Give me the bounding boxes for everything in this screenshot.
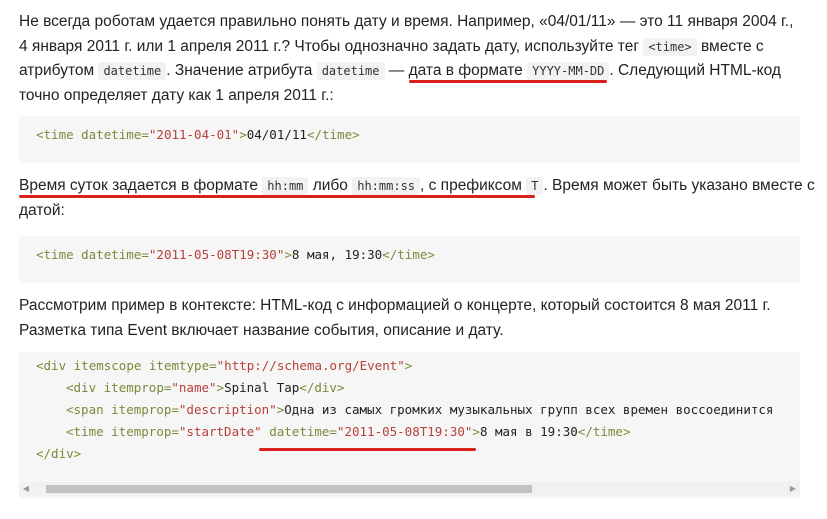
text: . Время может быть указано вместе с xyxy=(543,177,815,194)
text: атрибутом xyxy=(19,62,99,79)
horizontal-scrollbar[interactable]: ◀ ▶ xyxy=(19,482,800,496)
code-text: 8 мая в 19:30 xyxy=(479,424,578,439)
red-underline xyxy=(259,448,476,451)
code-tag: </time> xyxy=(382,247,435,262)
text: , с префиксом xyxy=(420,177,527,194)
code-attr: datetime= xyxy=(81,247,149,262)
code-tag: > xyxy=(284,247,292,262)
paragraph-line: Разметка типа Event включает название со… xyxy=(19,321,504,339)
text: — дата в формате xyxy=(384,62,528,79)
code-line: <time itemprop="startDate" datetime="201… xyxy=(36,421,783,443)
red-underline xyxy=(409,80,607,83)
paragraph-context-example: Рассмотрим пример в контексте: HTML-код … xyxy=(19,294,771,343)
code-attr: itemscope itemtype= xyxy=(73,358,217,373)
code-tag: <span xyxy=(66,402,112,417)
text: вместе с xyxy=(696,37,764,55)
code-tag: <div xyxy=(36,358,74,373)
paragraph-intro: Не всегда роботам удается правильно поня… xyxy=(19,10,793,108)
code-value: "2011-05-08T19:30" xyxy=(148,247,285,262)
code-value: "http://schema.org/Event" xyxy=(216,358,405,373)
code-tag: </div> xyxy=(299,380,345,395)
inline-code-hhmm: hh:mm xyxy=(262,177,309,195)
code-tag: <time xyxy=(36,247,82,262)
code-line: <time datetime="2011-04-01">04/01/11</ti… xyxy=(36,124,783,146)
paragraph-line: датой: xyxy=(19,201,65,219)
code-block-event: <div itemscope itemtype="http://schema.o… xyxy=(19,352,800,498)
scrollbar-thumb[interactable] xyxy=(46,485,532,493)
code-tag: </div> xyxy=(36,446,82,461)
paragraph-time-format: Время суток задается в формате hh:mm либ… xyxy=(19,174,815,223)
inline-code-datetime: datetime xyxy=(98,62,167,80)
paragraph-line: Рассмотрим пример в контексте: HTML-код … xyxy=(19,297,771,314)
inline-code-datetime: datetime xyxy=(316,62,385,80)
code-text: Одна из самых громких музыкальных групп … xyxy=(284,402,774,417)
paragraph-line: атрибутом datetime. Значение атрибута da… xyxy=(19,59,793,84)
code-attr: datetime= xyxy=(269,424,337,439)
text: Время суток задается в формате xyxy=(19,177,263,194)
code-text: Spinal Tap xyxy=(224,380,300,395)
code-tag: <div xyxy=(66,380,104,395)
code-text: 8 мая, 19:30 xyxy=(291,247,383,262)
text: 4 января 2011 г. или 1 апреля 2011 г.? Ч… xyxy=(19,37,644,55)
code-tag: <time xyxy=(36,127,82,142)
scroll-left-arrow-icon[interactable]: ◀ xyxy=(19,482,33,496)
code-tag: <time xyxy=(66,424,112,439)
code-attr: itemprop= xyxy=(111,424,179,439)
text: . Значение атрибута xyxy=(166,62,317,79)
code-tag: > xyxy=(404,358,413,373)
code-tag: > xyxy=(216,380,225,395)
code-line: <span itemprop="description">Одна из сам… xyxy=(36,399,783,421)
code-block-datetime: <time datetime="2011-05-08T19:30">8 мая,… xyxy=(19,236,800,283)
code-tag: </time> xyxy=(306,127,360,142)
paragraph-line: точно определяет дату как 1 апреля 2011 … xyxy=(19,86,334,104)
code-attr: itemprop= xyxy=(103,380,172,395)
text: . Следующий HTML-код xyxy=(609,62,781,79)
scroll-right-arrow-icon[interactable]: ▶ xyxy=(786,482,800,496)
code-value: "2011-05-08T19:30" xyxy=(336,424,473,439)
inline-code-time-tag: <time> xyxy=(643,37,697,56)
code-line: </div> xyxy=(36,443,783,465)
code-value: "2011-04-01" xyxy=(148,127,240,142)
code-tag: > xyxy=(472,424,480,439)
code-tag: > xyxy=(239,127,247,142)
code-value: "name" xyxy=(171,380,217,395)
code-line: <time datetime="2011-05-08T19:30">8 мая,… xyxy=(36,244,783,266)
code-value: "startDate" xyxy=(178,424,262,439)
inline-code-date-format: YYYY-MM-DD xyxy=(527,62,610,80)
code-attr: datetime= xyxy=(81,127,149,142)
code-block-date: <time datetime="2011-04-01">04/01/11</ti… xyxy=(19,116,800,163)
code-text: 04/01/11 xyxy=(246,127,307,142)
inline-code-t-prefix: T xyxy=(526,177,544,195)
code-tag: </time> xyxy=(577,424,631,439)
red-underline xyxy=(19,195,535,198)
text: либо xyxy=(308,177,353,194)
paragraph-line: 4 января 2011 г. или 1 апреля 2011 г.? Ч… xyxy=(19,35,793,60)
paragraph-line: Не всегда роботам удается правильно поня… xyxy=(19,13,794,30)
code-attr: itemprop= xyxy=(111,402,179,417)
code-value: "description" xyxy=(178,402,277,417)
code-line: <div itemprop="name">Spinal Tap</div> xyxy=(36,377,783,399)
code-line: <div itemscope itemtype="http://schema.o… xyxy=(36,355,783,377)
inline-code-hhmmss: hh:mm:ss xyxy=(352,177,421,195)
